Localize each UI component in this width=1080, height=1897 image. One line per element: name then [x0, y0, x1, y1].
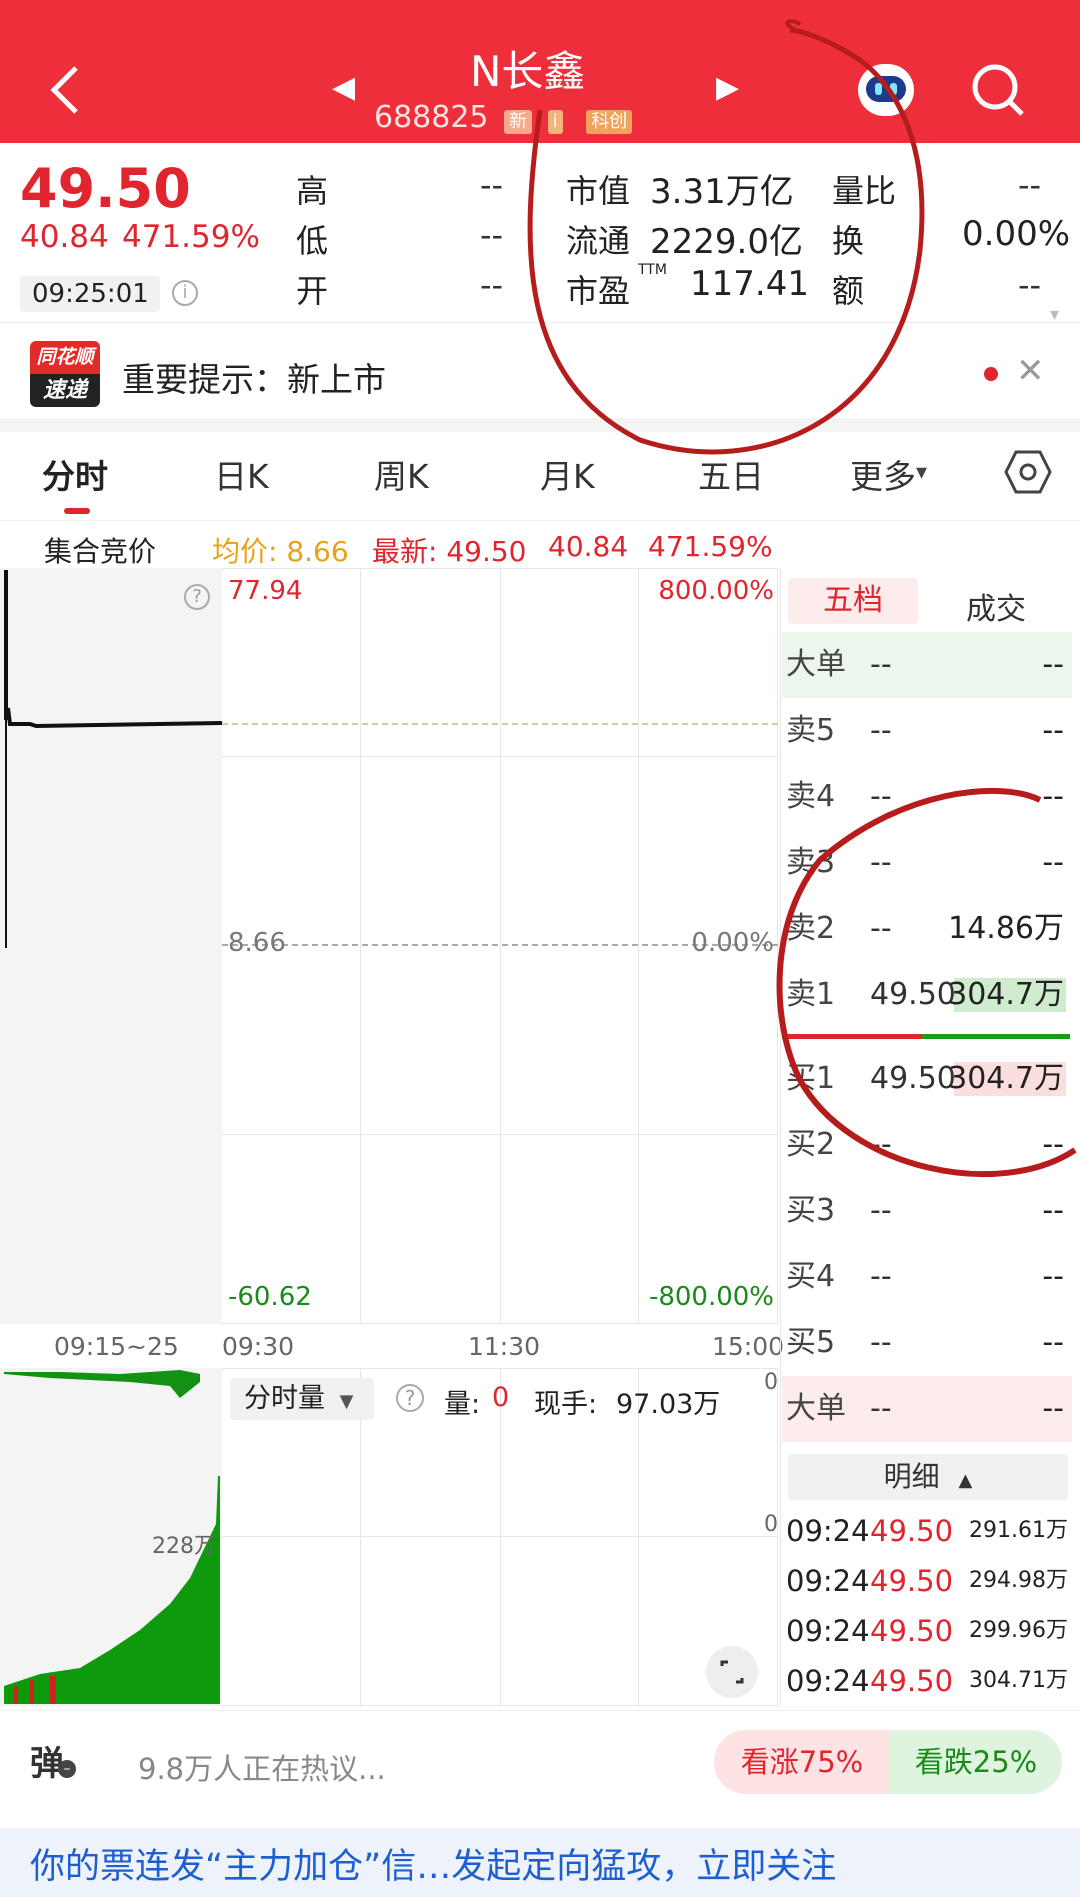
annotation-overlay	[527, 19, 1077, 1178]
